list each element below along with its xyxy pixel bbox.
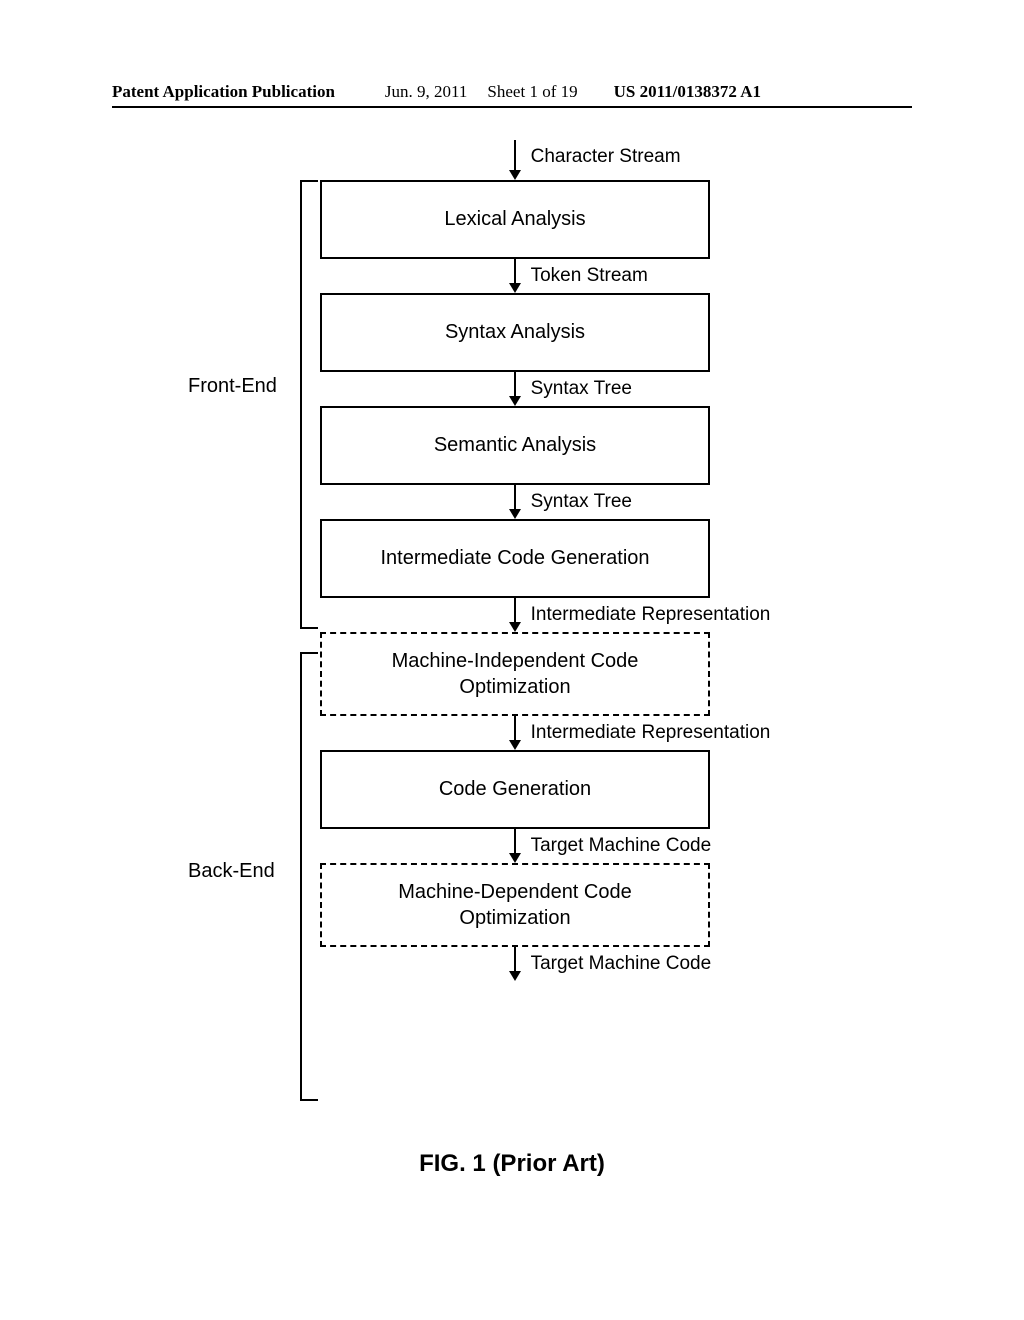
- box-mi-line1: Machine-Independent Code: [392, 650, 639, 672]
- arrow-syntax-tree-2: Syntax Tree: [320, 485, 710, 519]
- box-lexical-analysis: Lexical Analysis: [320, 180, 710, 259]
- box-machine-independent-optimization: Machine-Independent Code Optimization: [320, 632, 710, 716]
- arrow-target-machine-code-1: Target Machine Code: [320, 829, 710, 863]
- box-mi-line2: Optimization: [459, 676, 570, 698]
- box-code-generation: Code Generation: [320, 750, 710, 829]
- box-machine-dependent-optimization: Machine-Dependent Code Optimization: [320, 863, 710, 947]
- front-end-label: Front-End: [188, 375, 277, 398]
- publication-number: US 2011/0138372 A1: [614, 82, 761, 102]
- arrow-syntax-tree-1: Syntax Tree: [320, 372, 710, 406]
- front-end-bracket: [300, 180, 318, 629]
- label-syntax-tree-1: Syntax Tree: [531, 378, 632, 400]
- header-rule: [112, 106, 912, 108]
- arrow-intermediate-rep-2: Intermediate Representation: [320, 716, 710, 750]
- back-end-label: Back-End: [188, 860, 275, 883]
- figure-caption: FIG. 1 (Prior Art): [0, 1150, 1024, 1178]
- sheet-number: Sheet 1 of 19: [487, 82, 577, 102]
- publication-label: Patent Application Publication: [112, 82, 335, 102]
- label-token-stream: Token Stream: [531, 265, 648, 287]
- label-intermediate-rep-1: Intermediate Representation: [531, 604, 771, 626]
- arrow-token-stream: Token Stream: [320, 259, 710, 293]
- arrow-intermediate-rep-1: Intermediate Representation: [320, 598, 710, 632]
- box-semantic-analysis: Semantic Analysis: [320, 406, 710, 485]
- label-target-machine-code-2: Target Machine Code: [531, 953, 712, 975]
- box-md-line2: Optimization: [459, 907, 570, 929]
- label-target-machine-code-1: Target Machine Code: [531, 835, 712, 857]
- label-syntax-tree-2: Syntax Tree: [531, 491, 632, 513]
- box-syntax-analysis: Syntax Analysis: [320, 293, 710, 372]
- box-intermediate-code-generation: Intermediate Code Generation: [320, 519, 710, 598]
- flow-column: Character Stream Lexical Analysis Token …: [320, 140, 710, 981]
- label-intermediate-rep-2: Intermediate Representation: [531, 722, 771, 744]
- arrow-character-stream: Character Stream: [320, 140, 710, 180]
- arrow-target-machine-code-2: Target Machine Code: [320, 947, 710, 981]
- page-header: Patent Application Publication Jun. 9, 2…: [0, 82, 1024, 102]
- back-end-bracket: [300, 652, 318, 1101]
- box-md-line1: Machine-Dependent Code: [398, 881, 632, 903]
- publication-date: Jun. 9, 2011: [385, 82, 468, 102]
- label-character-stream: Character Stream: [531, 146, 681, 168]
